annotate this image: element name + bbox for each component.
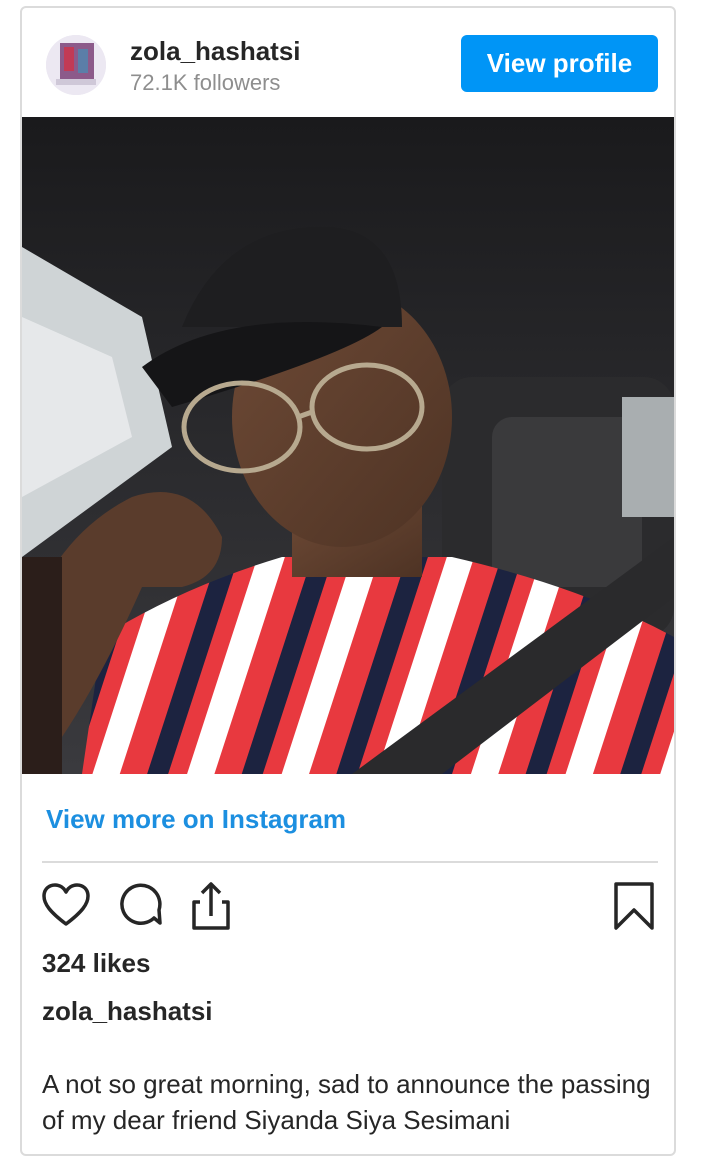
instagram-embed-card: zola_hashatsi 72.1K followers View profi… bbox=[20, 6, 676, 1156]
caption-text: A not so great morning, sad to announce … bbox=[42, 1069, 651, 1135]
divider bbox=[42, 861, 658, 863]
post-photo[interactable] bbox=[22, 117, 674, 774]
likes-count[interactable]: 324 likes bbox=[42, 948, 150, 979]
post-header: zola_hashatsi 72.1K followers View profi… bbox=[22, 8, 674, 118]
view-profile-button[interactable]: View profile bbox=[461, 35, 658, 92]
action-bar bbox=[22, 880, 674, 936]
comment-icon[interactable] bbox=[114, 880, 166, 932]
avatar[interactable] bbox=[46, 35, 106, 95]
followers-count: 72.1K followers bbox=[130, 70, 281, 95]
view-more-link[interactable]: View more on Instagram bbox=[46, 804, 346, 835]
heart-icon[interactable] bbox=[40, 880, 92, 932]
caption-username[interactable]: zola_hashatsi bbox=[42, 996, 213, 1027]
share-icon[interactable] bbox=[184, 880, 236, 932]
bookmark-icon[interactable] bbox=[608, 880, 660, 932]
username[interactable]: zola_hashatsi bbox=[130, 36, 301, 67]
